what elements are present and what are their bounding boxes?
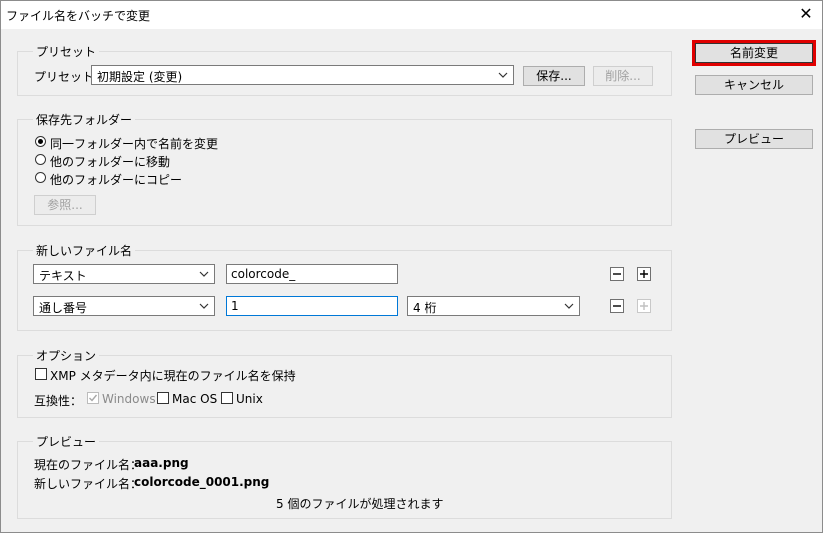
- add-part2-icon[interactable]: [637, 299, 651, 313]
- radio-copy-folder-label: 他のフォルダーにコピー: [50, 173, 183, 187]
- windows-label: Windows: [102, 392, 156, 406]
- digits-value: 4 桁: [413, 301, 437, 315]
- keep-xmp-label: XMP メタデータ内に現在のファイル名を保持: [50, 369, 296, 383]
- remove-part1-icon[interactable]: [610, 267, 624, 281]
- options-group-label: オプション: [33, 347, 100, 364]
- name-part1-type: テキスト: [39, 269, 87, 283]
- new-name-value: colorcode_0001.png: [134, 475, 270, 489]
- checkmark-icon: [89, 394, 98, 402]
- dialog-title: ファイル名をバッチで変更: [6, 9, 151, 23]
- title-bar: ファイル名をバッチで変更 ✕: [1, 1, 822, 29]
- windows-checkbox[interactable]: [87, 392, 99, 404]
- close-icon[interactable]: ✕: [794, 3, 818, 25]
- name-part1-type-select[interactable]: テキスト: [33, 264, 215, 284]
- new-name-label: 新しいファイル名：: [34, 477, 143, 491]
- radio-copy-folder[interactable]: [35, 172, 46, 183]
- add-part1-icon[interactable]: [637, 267, 651, 281]
- preview-button[interactable]: プレビュー: [695, 129, 813, 149]
- chevron-down-icon: [199, 271, 209, 277]
- unix-label: Unix: [236, 392, 263, 406]
- name-part1-text-input[interactable]: colorcode_: [226, 264, 398, 284]
- chevron-down-icon: [564, 303, 574, 309]
- keep-xmp-checkbox[interactable]: [35, 368, 47, 380]
- name-part1-text: colorcode_: [231, 267, 296, 281]
- macos-label: Mac OS: [172, 392, 218, 406]
- destination-group-label: 保存先フォルダー: [33, 111, 136, 128]
- digits-select[interactable]: 4 桁: [407, 296, 580, 316]
- compat-label: 互換性：: [34, 394, 83, 408]
- preset-select[interactable]: 初期設定 (変更): [91, 65, 514, 85]
- new-name-group: 新しいファイル名: [17, 242, 672, 331]
- unix-checkbox[interactable]: [221, 392, 233, 404]
- preview-group-label: プレビュー: [33, 433, 100, 450]
- radio-same-folder[interactable]: [35, 136, 46, 147]
- current-name-label: 現在のファイル名：: [34, 458, 143, 472]
- serial-start-value: 1: [231, 299, 239, 313]
- radio-move-folder[interactable]: [35, 154, 46, 165]
- cancel-button[interactable]: キャンセル: [695, 75, 813, 95]
- chevron-down-icon: [498, 72, 508, 78]
- rename-button[interactable]: 名前変更: [692, 40, 816, 66]
- browse-button[interactable]: 参照...: [34, 195, 96, 215]
- radio-move-folder-label: 他のフォルダーに移動: [50, 155, 171, 169]
- new-name-group-label: 新しいファイル名: [33, 242, 136, 259]
- preset-delete-button[interactable]: 削除...: [593, 66, 653, 86]
- radio-selected-dot: [38, 139, 43, 144]
- chevron-down-icon: [199, 303, 209, 309]
- batch-rename-dialog: ファイル名をバッチで変更 ✕ 名前変更 キャンセル プレビュー プリセット プリ…: [0, 0, 823, 533]
- preset-group-label: プリセット: [33, 43, 100, 60]
- name-part2-type: 通し番号: [39, 301, 88, 315]
- preset-save-button[interactable]: 保存...: [523, 66, 585, 86]
- current-name-value: aaa.png: [134, 456, 189, 470]
- files-count-status: 5 個のファイルが処理されます: [276, 497, 444, 511]
- name-part2-type-select[interactable]: 通し番号: [33, 296, 215, 316]
- serial-start-input[interactable]: 1: [226, 296, 398, 316]
- preset-value: 初期設定 (変更): [97, 70, 183, 84]
- remove-part2-icon[interactable]: [610, 299, 624, 313]
- options-group: オプション: [17, 347, 672, 418]
- radio-same-folder-label: 同一フォルダー内で名前を変更: [50, 137, 219, 151]
- macos-checkbox[interactable]: [157, 392, 169, 404]
